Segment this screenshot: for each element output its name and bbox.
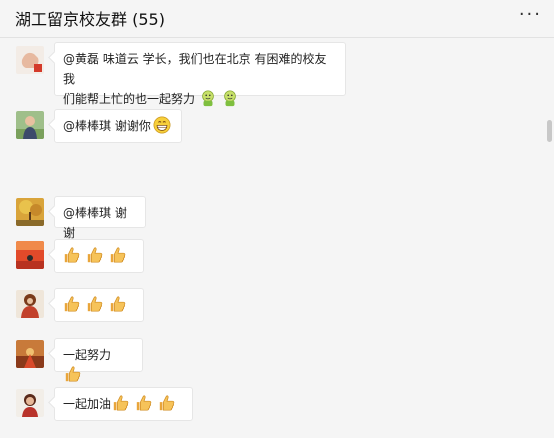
more-dots-icon[interactable]: ··· — [519, 4, 542, 25]
strong-smiley-emoji — [199, 89, 217, 107]
thumbs-up-emoji — [64, 365, 82, 383]
thumbs-up-emoji — [158, 394, 176, 412]
message-row: 一起努力 — [0, 338, 540, 374]
message-bubble[interactable]: @棒棒琪 谢谢你 — [48, 109, 182, 143]
message-bubble[interactable]: @黄磊 味道云 学长，我们也在北京 有困难的校友我 们能帮上忙的也一起努力 — [48, 42, 346, 96]
message-text: 一起努力 — [63, 348, 112, 362]
chat-header: 湖工留京校友群 (55) ··· — [0, 0, 554, 38]
message-text: @棒棒琪 谢谢你 — [63, 119, 151, 133]
bubble-tail — [48, 297, 61, 310]
avatar-person-icon[interactable] — [16, 111, 44, 139]
chat-title: 湖工留京校友群 (55) — [15, 10, 165, 29]
thumbs-up-emoji — [86, 246, 104, 264]
thumbs-up-emoji — [112, 394, 130, 412]
message-bubble[interactable] — [48, 239, 144, 273]
message-text: 一起加油 — [63, 397, 112, 411]
avatar-figure-icon[interactable] — [16, 290, 44, 318]
avatar-portrait-icon[interactable] — [16, 389, 44, 417]
bubble-tail — [48, 118, 61, 131]
thumbs-up-emoji — [63, 246, 81, 264]
message-text-line2: 们能帮上忙的也一起努力 — [63, 92, 196, 106]
message-text: @棒棒琪 谢谢 — [63, 206, 127, 240]
message-row — [0, 239, 540, 275]
message-row — [0, 288, 540, 324]
message-row: @棒棒琪 谢谢 — [0, 196, 540, 240]
message-row: 一起加油 — [0, 387, 540, 423]
message-bubble[interactable] — [48, 288, 144, 322]
avatar-autumn-icon[interactable] — [16, 198, 44, 226]
thumbs-up-emoji — [135, 394, 153, 412]
message-bubble[interactable]: 一起加油 — [48, 387, 193, 421]
bubble-tail — [48, 396, 61, 409]
bubble-tail — [48, 51, 61, 64]
thumbs-up-emoji — [109, 246, 127, 264]
message-row: @棒棒琪 谢谢你 — [0, 109, 540, 145]
bubble-tail — [48, 205, 61, 218]
strong-smiley-emoji — [221, 89, 239, 107]
bubble-tail — [48, 248, 61, 261]
message-bubble[interactable]: @棒棒琪 谢谢 — [48, 196, 146, 240]
avatar-stage-icon[interactable] — [16, 340, 44, 368]
message-bubble[interactable]: 一起努力 — [48, 338, 143, 372]
thumbs-up-emoji — [109, 295, 127, 313]
avatar-red-field-icon[interactable] — [16, 241, 44, 269]
grin-emoji — [153, 116, 171, 134]
message-row: @黄磊 味道云 学长，我们也在北京 有困难的校友我 们能帮上忙的也一起努力 — [0, 42, 540, 98]
bubble-tail — [48, 347, 61, 360]
avatar-hand-icon[interactable] — [16, 46, 44, 74]
message-text-line1: @黄磊 味道云 学长，我们也在北京 有困难的校友我 — [63, 52, 327, 86]
thumbs-up-emoji — [63, 295, 81, 313]
thumbs-up-emoji — [86, 295, 104, 313]
scrollbar-thumb[interactable] — [547, 120, 552, 142]
